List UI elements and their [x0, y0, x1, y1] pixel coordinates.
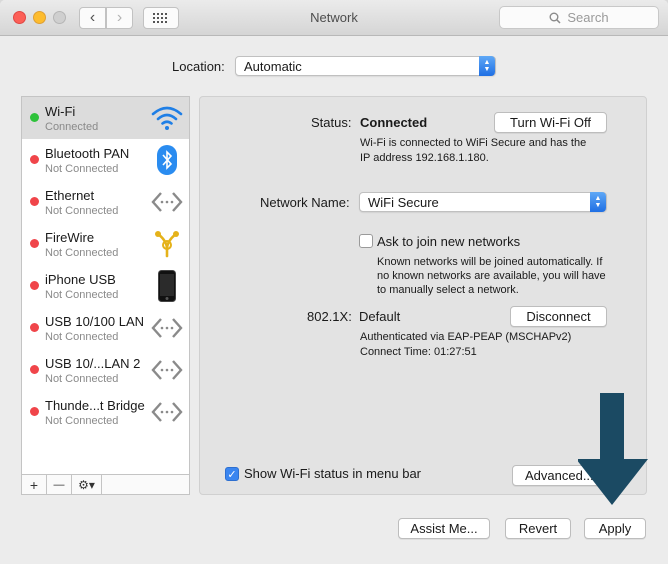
search-field[interactable]: Search	[499, 6, 659, 29]
ethernet-icon	[150, 312, 184, 344]
title-bar: ‹ › Network Search	[0, 0, 668, 36]
plus-icon: +	[29, 476, 39, 493]
gear-icon: ⚙▾	[78, 477, 95, 492]
location-popup[interactable]: Automatic ▲ ▼	[235, 56, 496, 76]
add-service-button[interactable]: +	[22, 475, 47, 494]
down-arrow-annotation-icon	[578, 393, 648, 505]
service-name: iPhone USB	[45, 272, 116, 287]
search-icon	[549, 12, 561, 24]
connect-time: Connect Time: 01:27:51	[360, 346, 477, 358]
ask-join-label: Ask to join new networks	[377, 234, 521, 249]
service-status: Not Connected	[45, 289, 119, 301]
checkmark-icon: ✓	[227, 468, 237, 481]
show-wifi-status-label: Show Wi-Fi status in menu bar	[244, 466, 422, 481]
service-status: Not Connected	[45, 247, 119, 259]
status-label: Status:	[311, 115, 352, 130]
service-name: USB 10/...LAN 2	[45, 356, 141, 371]
minus-icon: —	[53, 478, 65, 491]
bluetooth-icon	[150, 144, 184, 176]
firewire-icon	[150, 228, 184, 260]
ethernet-icon	[150, 186, 184, 218]
assist-me-button[interactable]: Assist Me...	[398, 518, 490, 539]
service-item-firewire[interactable]: FireWire Not Connected	[22, 223, 189, 265]
network-name-value: WiFi Secure	[368, 194, 439, 210]
turn-wifi-off-button[interactable]: Turn Wi-Fi Off	[494, 112, 607, 133]
service-item-thunderbolt-bridge[interactable]: Thunde...t Bridge Not Connected	[22, 391, 189, 433]
service-name: Wi-Fi	[45, 104, 76, 119]
service-status: Not Connected	[45, 373, 119, 385]
search-placeholder: Search	[567, 10, 609, 25]
network-name-label: Network Name:	[260, 195, 350, 210]
dot1x-value: Default	[359, 309, 401, 324]
service-name: Ethernet	[45, 188, 95, 203]
service-name: Thunde...t Bridge	[45, 398, 145, 413]
service-list-toolbar: + — ⚙▾	[21, 475, 190, 495]
status-dot	[30, 113, 39, 122]
revert-button[interactable]: Revert	[505, 518, 571, 539]
service-item-usb-lan-2[interactable]: USB 10/...LAN 2 Not Connected	[22, 349, 189, 391]
disconnect-button[interactable]: Disconnect	[510, 306, 607, 327]
action-menu-button[interactable]: ⚙▾	[72, 475, 102, 494]
ethernet-icon	[150, 354, 184, 386]
service-item-ethernet[interactable]: Ethernet Not Connected	[22, 181, 189, 223]
iphone-icon	[150, 270, 184, 302]
status-value: Connected	[360, 115, 428, 130]
service-status: Not Connected	[45, 331, 119, 343]
status-dot	[30, 281, 39, 290]
service-status: Not Connected	[45, 415, 119, 427]
service-name: Bluetooth PAN	[45, 146, 130, 161]
service-item-wifi[interactable]: Wi-Fi Connected	[22, 97, 189, 139]
service-item-usb-lan[interactable]: USB 10/100 LAN Not Connected	[22, 307, 189, 349]
network-preferences-window: ‹ › Network Search Location: Automatic ▲…	[0, 0, 668, 564]
network-name-popup[interactable]: WiFi Secure ▲ ▼	[359, 192, 607, 212]
service-status: Connected	[45, 121, 99, 133]
status-dot	[30, 197, 39, 206]
ask-join-description-line-2: no known networks are available, you wil…	[377, 270, 606, 282]
status-description-line-1: Wi-Fi is connected to WiFi Secure and ha…	[360, 137, 587, 149]
wifi-icon	[150, 102, 184, 134]
ask-join-description-line-3: to manually select a network.	[377, 284, 519, 296]
service-status: Not Connected	[45, 163, 119, 175]
service-item-bluetooth-pan[interactable]: Bluetooth PAN Not Connected	[22, 139, 189, 181]
service-list: Wi-Fi Connected Bluetooth PAN Not Connec…	[21, 96, 190, 475]
ethernet-icon	[150, 396, 184, 428]
status-dot	[30, 239, 39, 248]
status-dot	[30, 365, 39, 374]
remove-service-button[interactable]: —	[47, 475, 72, 494]
apply-button[interactable]: Apply	[584, 518, 646, 539]
status-dot	[30, 407, 39, 416]
ask-join-checkbox[interactable]	[359, 234, 373, 248]
status-dot	[30, 155, 39, 164]
service-status: Not Connected	[45, 205, 119, 217]
ask-join-description-line-1: Known networks will be joined automatica…	[377, 256, 603, 268]
service-name: FireWire	[45, 230, 95, 245]
updown-arrows-icon: ▲ ▼	[479, 56, 495, 76]
location-value: Automatic	[244, 58, 302, 74]
service-name: USB 10/100 LAN	[45, 314, 145, 329]
status-description-line-2: IP address 192.168.1.180.	[360, 152, 489, 164]
auth-description: Authenticated via EAP-PEAP (MSCHAPv2)	[360, 331, 572, 343]
dot1x-label: 802.1X:	[307, 309, 352, 324]
updown-arrows-icon: ▲ ▼	[590, 192, 606, 212]
service-item-iphone-usb[interactable]: iPhone USB Not Connected	[22, 265, 189, 307]
show-wifi-status-checkbox[interactable]: ✓	[225, 467, 239, 481]
location-label: Location:	[172, 59, 225, 74]
status-dot	[30, 323, 39, 332]
